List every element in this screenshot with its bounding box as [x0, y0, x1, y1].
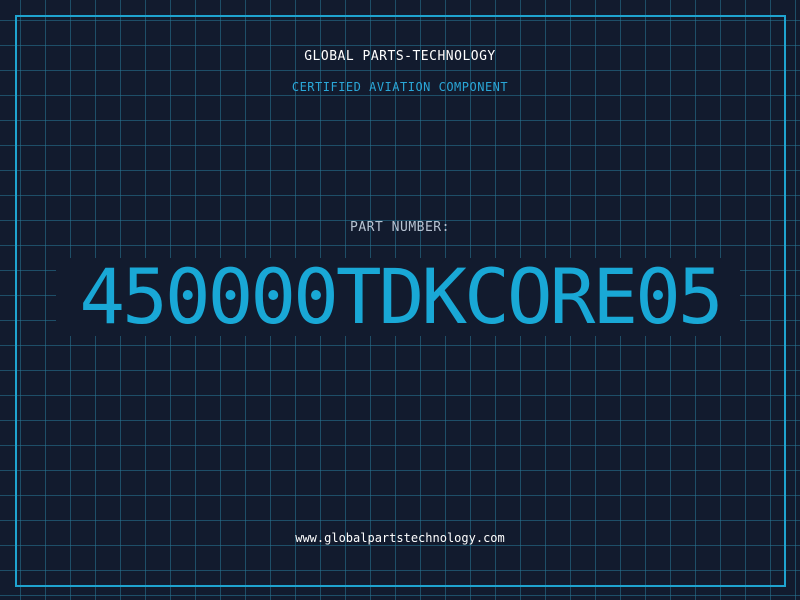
website-url: www.globalpartstechnology.com [295, 531, 505, 545]
part-number-value: 450000TDKCORE05 [79, 252, 723, 341]
certification-subtitle: CERTIFIED AVIATION COMPONENT [291, 80, 509, 94]
part-number-label: PART NUMBER: [350, 220, 450, 235]
company-name: GLOBAL PARTS-TECHNOLOGY [304, 49, 496, 64]
